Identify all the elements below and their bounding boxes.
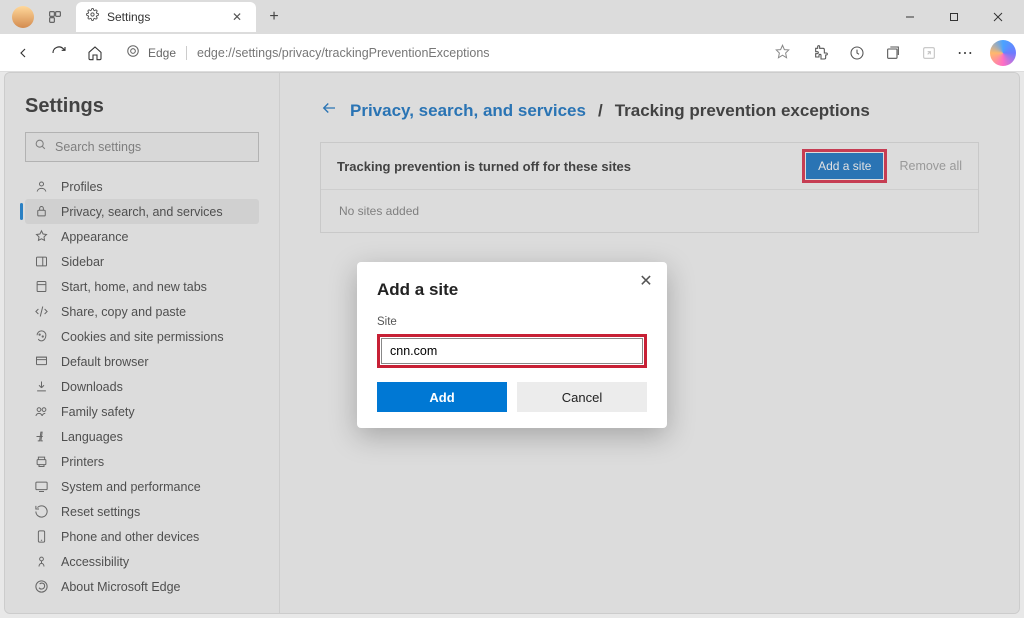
dialog-close-icon[interactable]: ✕ xyxy=(635,270,657,292)
dialog-overlay: ✕ Add a site Site Add Cancel xyxy=(0,0,1024,618)
site-field-label: Site xyxy=(377,316,647,328)
dialog-title: Add a site xyxy=(377,280,647,300)
site-url-input[interactable] xyxy=(381,338,643,364)
dialog-add-button[interactable]: Add xyxy=(377,382,507,412)
dialog-cancel-button[interactable]: Cancel xyxy=(517,382,647,412)
add-site-dialog: ✕ Add a site Site Add Cancel xyxy=(357,262,667,428)
site-field-highlight xyxy=(377,334,647,368)
